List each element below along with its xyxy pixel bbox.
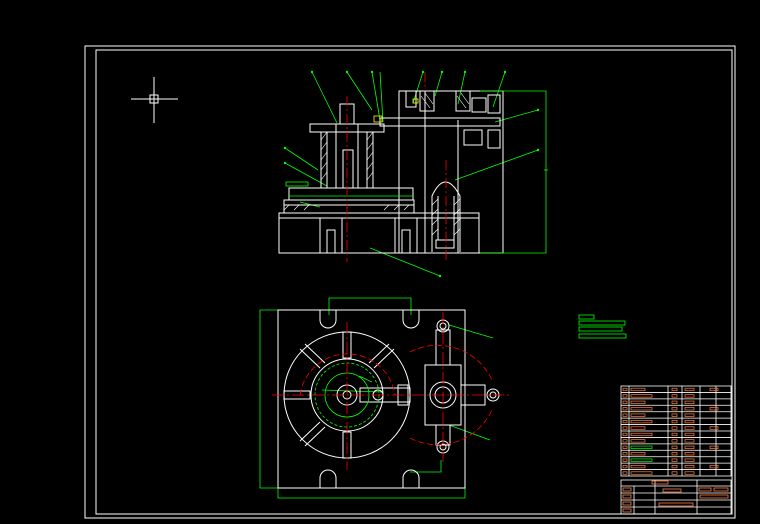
parts-list-index-cell: [622, 471, 628, 475]
parts-list-index-cell: [622, 465, 628, 469]
parts-list-qty-cell: [671, 439, 678, 443]
parts-list-name-cell: [630, 445, 653, 449]
parts-list-note-cell: [709, 407, 719, 411]
parts-list-qty-cell: [671, 465, 678, 469]
parts-list-material-cell: [684, 445, 695, 449]
parts-list-material-cell: [684, 394, 695, 398]
parts-list-name-cell: [630, 420, 653, 424]
parts-list-material-cell: [684, 420, 695, 424]
parts-list-note-cell: [709, 465, 719, 469]
parts-list-material-cell: [684, 465, 695, 469]
parts-list-name-cell: [630, 471, 653, 475]
parts-list-name-cell: [630, 439, 646, 443]
parts-list-name-cell: [630, 452, 646, 456]
parts-list-material-cell: [684, 413, 695, 417]
parts-list-index-cell: [622, 400, 628, 404]
parts-list-index-cell: [622, 387, 628, 392]
parts-list-qty-cell: [671, 432, 678, 437]
parts-list-material-cell: [684, 471, 695, 475]
parts-list-index-cell: [622, 458, 628, 462]
parts-list-material-cell: [684, 458, 695, 462]
parts-list-index-cell: [622, 426, 628, 430]
title-block: [620, 479, 732, 515]
parts-list-index-cell: [622, 432, 628, 437]
parts-list-name-cell: [630, 465, 646, 469]
parts-list-material-cell: [684, 426, 695, 430]
parts-list-note-cell: [709, 426, 719, 430]
parts-list-material-cell: [684, 387, 695, 392]
front-section-view: [278, 70, 548, 278]
parts-list-material-cell: [684, 407, 695, 411]
parts-list-material-cell: [684, 439, 695, 443]
parts-list-qty-cell: [671, 471, 678, 475]
parts-list-index-cell: [622, 420, 628, 424]
parts-list-table: [620, 385, 732, 477]
technical-notes: [578, 314, 627, 339]
parts-list-qty-cell: [671, 452, 678, 456]
sheet-inner-border: [95, 49, 733, 515]
parts-list-note-cell: [709, 387, 719, 392]
parts-list-qty-cell: [671, 394, 678, 398]
parts-list-name-cell: [630, 432, 653, 437]
parts-list-qty-cell: [671, 420, 678, 424]
parts-list-name-cell: [630, 394, 653, 398]
parts-list-qty-cell: [671, 387, 678, 392]
parts-list-name-cell: [630, 387, 646, 392]
parts-list-qty-cell: [671, 400, 678, 404]
parts-list-note-cell: [709, 445, 719, 449]
parts-list-qty-cell: [671, 413, 678, 417]
parts-list-index-cell: [622, 445, 628, 449]
parts-list-name-cell: [630, 426, 646, 430]
parts-list-qty-cell: [671, 407, 678, 411]
parts-list-qty-cell: [671, 458, 678, 462]
parts-list-index-cell: [622, 394, 628, 398]
parts-list-material-cell: [684, 432, 695, 437]
parts-list-index-cell: [622, 407, 628, 411]
parts-list-name-cell: [630, 458, 653, 462]
parts-list-index-cell: [622, 439, 628, 443]
parts-list-name-cell: [630, 400, 646, 404]
crosshair-cursor-icon: [131, 77, 178, 123]
parts-list-index-cell: [622, 452, 628, 456]
parts-list-qty-cell: [671, 445, 678, 449]
parts-list-name-cell: [630, 413, 646, 417]
top-plan-view: [259, 297, 512, 499]
parts-list-name-cell: [630, 407, 653, 411]
parts-list-index-cell: [622, 413, 628, 417]
parts-list-material-cell: [684, 452, 695, 456]
sheet-outer-border: [84, 45, 736, 519]
balloon-marks: [283, 70, 540, 278]
parts-list-qty-cell: [671, 426, 678, 430]
cad-drawing-canvas[interactable]: [0, 0, 760, 524]
parts-list-material-cell: [684, 400, 695, 404]
